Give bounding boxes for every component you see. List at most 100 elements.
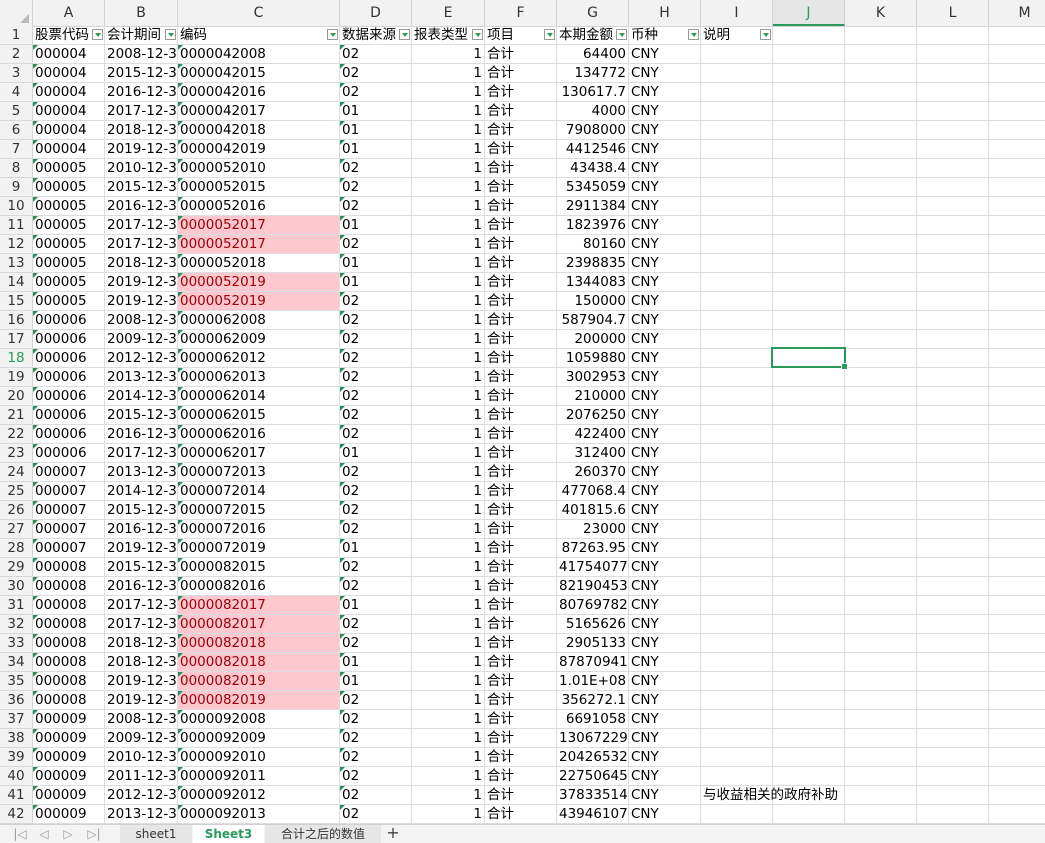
cell[interactable]: 02 bbox=[340, 387, 412, 406]
cell[interactable]: 1 bbox=[412, 482, 485, 501]
cell[interactable]: CNY bbox=[629, 159, 701, 178]
cell[interactable] bbox=[701, 197, 773, 216]
cell[interactable] bbox=[989, 197, 1045, 216]
cell[interactable] bbox=[701, 672, 773, 691]
cell[interactable] bbox=[701, 767, 773, 786]
cell[interactable] bbox=[845, 463, 917, 482]
cell[interactable] bbox=[917, 140, 989, 159]
cell[interactable] bbox=[701, 311, 773, 330]
cell[interactable]: 1823976 bbox=[557, 216, 629, 235]
cell[interactable] bbox=[989, 691, 1045, 710]
cell[interactable] bbox=[701, 748, 773, 767]
cell[interactable]: 000005 bbox=[33, 178, 105, 197]
cell[interactable]: 0000052017 bbox=[178, 235, 340, 254]
cell[interactable] bbox=[701, 729, 773, 748]
cell[interactable]: 6691058 bbox=[557, 710, 629, 729]
cell[interactable]: 合计 bbox=[485, 520, 557, 539]
cell[interactable] bbox=[917, 805, 989, 824]
cell[interactable]: 0000092013 bbox=[178, 805, 340, 824]
cell[interactable]: 2018-12-3 bbox=[105, 121, 178, 140]
cell[interactable] bbox=[773, 254, 845, 273]
cell[interactable]: CNY bbox=[629, 349, 701, 368]
cell[interactable]: 0000042018 bbox=[178, 121, 340, 140]
prev-sheet-icon[interactable]: ◁ bbox=[34, 825, 54, 843]
cell[interactable]: 000007 bbox=[33, 520, 105, 539]
cell[interactable] bbox=[701, 406, 773, 425]
cell[interactable]: 合计 bbox=[485, 577, 557, 596]
cell[interactable]: 02 bbox=[340, 463, 412, 482]
row-header[interactable]: 33 bbox=[0, 634, 33, 653]
cell[interactable] bbox=[917, 159, 989, 178]
cell[interactable] bbox=[917, 539, 989, 558]
cell[interactable] bbox=[773, 140, 845, 159]
cell[interactable]: 01 bbox=[340, 254, 412, 273]
cell[interactable] bbox=[701, 83, 773, 102]
cell[interactable]: 2018-12-3 bbox=[105, 653, 178, 672]
cell[interactable] bbox=[917, 748, 989, 767]
cell[interactable] bbox=[845, 254, 917, 273]
cell[interactable]: 02 bbox=[340, 178, 412, 197]
row-header[interactable]: 14 bbox=[0, 273, 33, 292]
cell[interactable]: 合计 bbox=[485, 786, 557, 805]
cell[interactable] bbox=[701, 710, 773, 729]
cell[interactable]: 1 bbox=[412, 235, 485, 254]
cell[interactable]: 合计 bbox=[485, 653, 557, 672]
cell[interactable]: 000008 bbox=[33, 691, 105, 710]
cell[interactable] bbox=[845, 710, 917, 729]
cell[interactable]: 02 bbox=[340, 406, 412, 425]
cell[interactable]: CNY bbox=[629, 596, 701, 615]
cell[interactable] bbox=[989, 330, 1045, 349]
cell[interactable]: 1 bbox=[412, 520, 485, 539]
cell[interactable] bbox=[845, 159, 917, 178]
cell[interactable]: 000009 bbox=[33, 729, 105, 748]
row-header[interactable]: 6 bbox=[0, 121, 33, 140]
cell[interactable]: 01 bbox=[340, 102, 412, 121]
row-header[interactable]: 10 bbox=[0, 197, 33, 216]
cell[interactable] bbox=[917, 653, 989, 672]
cell[interactable] bbox=[989, 406, 1045, 425]
cell[interactable]: 200000 bbox=[557, 330, 629, 349]
cell[interactable] bbox=[917, 406, 989, 425]
cell[interactable]: 合计 bbox=[485, 691, 557, 710]
cell[interactable]: 210000 bbox=[557, 387, 629, 406]
cell[interactable] bbox=[845, 653, 917, 672]
row-header[interactable]: 15 bbox=[0, 292, 33, 311]
cell[interactable]: 000006 bbox=[33, 368, 105, 387]
cell[interactable]: 1 bbox=[412, 748, 485, 767]
cell[interactable]: 1 bbox=[412, 577, 485, 596]
cell[interactable] bbox=[845, 178, 917, 197]
cell[interactable]: 0000042016 bbox=[178, 83, 340, 102]
cell[interactable]: 合计 bbox=[485, 235, 557, 254]
row-header[interactable]: 19 bbox=[0, 368, 33, 387]
cell[interactable]: 02 bbox=[340, 159, 412, 178]
cell[interactable]: 02 bbox=[340, 691, 412, 710]
cell[interactable]: 2010-12-3 bbox=[105, 748, 178, 767]
column-header-F[interactable]: F bbox=[485, 0, 557, 26]
cell[interactable]: 合计 bbox=[485, 83, 557, 102]
filter-dropdown-icon[interactable] bbox=[688, 29, 699, 40]
cell[interactable]: 000006 bbox=[33, 311, 105, 330]
cell[interactable]: 1 bbox=[412, 710, 485, 729]
cell[interactable]: 000005 bbox=[33, 159, 105, 178]
column-header-A[interactable]: A bbox=[33, 0, 105, 26]
cell[interactable] bbox=[845, 311, 917, 330]
cell[interactable]: 1 bbox=[412, 539, 485, 558]
cell[interactable] bbox=[701, 292, 773, 311]
cell[interactable] bbox=[773, 767, 845, 786]
cell[interactable] bbox=[845, 748, 917, 767]
cell[interactable]: CNY bbox=[629, 520, 701, 539]
cell[interactable] bbox=[701, 596, 773, 615]
cell[interactable] bbox=[989, 805, 1045, 824]
cell[interactable] bbox=[845, 292, 917, 311]
cell[interactable] bbox=[917, 520, 989, 539]
row-header[interactable]: 11 bbox=[0, 216, 33, 235]
cell[interactable]: 2019-12-3 bbox=[105, 292, 178, 311]
cell[interactable] bbox=[773, 729, 845, 748]
cell[interactable]: 1059880 bbox=[557, 349, 629, 368]
row-header[interactable]: 2 bbox=[0, 45, 33, 64]
cell[interactable] bbox=[701, 387, 773, 406]
cell[interactable]: 0000092011 bbox=[178, 767, 340, 786]
cell[interactable]: 0000062012 bbox=[178, 349, 340, 368]
cell[interactable]: 000004 bbox=[33, 140, 105, 159]
cell[interactable]: 合计 bbox=[485, 596, 557, 615]
